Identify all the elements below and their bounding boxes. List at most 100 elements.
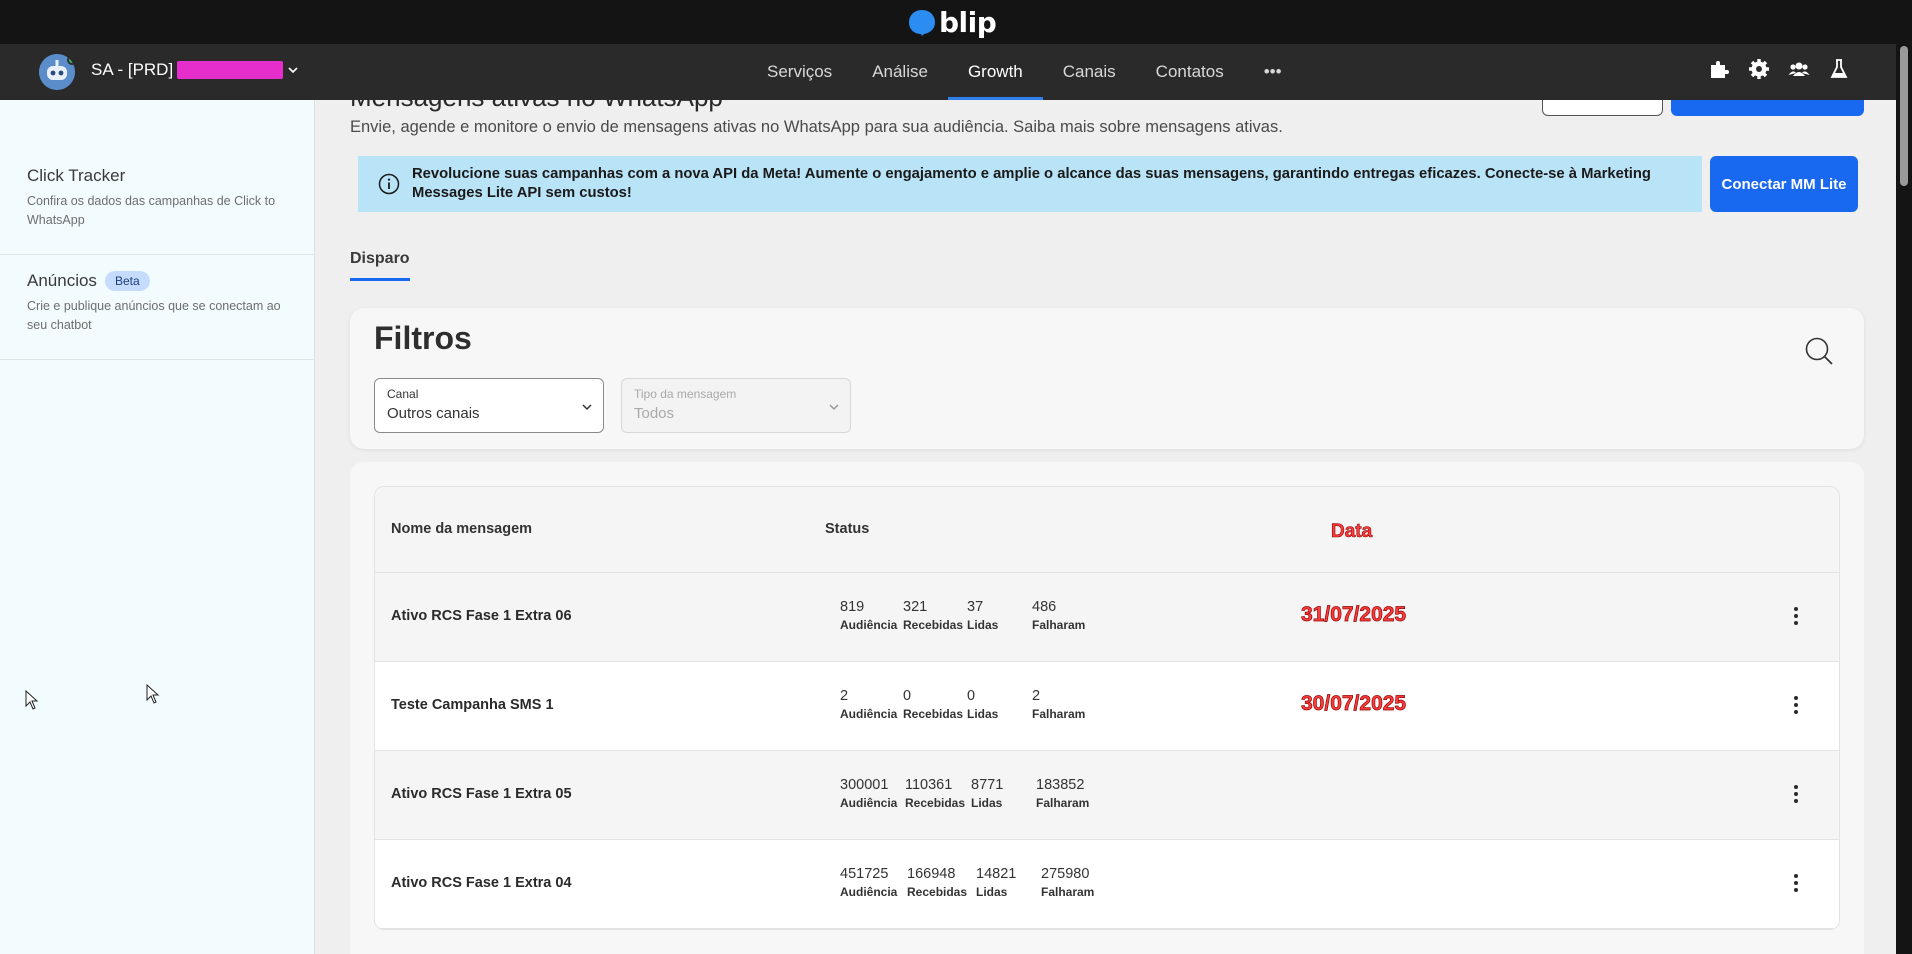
stat-value: 0 bbox=[967, 688, 976, 704]
stat-value: 0 bbox=[903, 688, 912, 704]
stat-caption: Lidas bbox=[967, 707, 999, 721]
info-icon bbox=[378, 173, 400, 195]
stat-audiencia: 819 Audiência bbox=[840, 599, 897, 632]
stat-lidas: 37 Lidas bbox=[967, 599, 998, 632]
kebab-menu-icon[interactable] bbox=[1791, 696, 1801, 718]
message-date: 31/07/2025 bbox=[1301, 603, 1407, 627]
stat-falharam: 275980 Falharam bbox=[1041, 866, 1094, 899]
stat-lidas: 14821 Lidas bbox=[976, 866, 1016, 899]
stat-caption: Audiência bbox=[840, 796, 898, 810]
sidebar-item-anuncios[interactable]: Anúncios Beta Crie e publique anúncios q… bbox=[0, 247, 315, 360]
meta-api-banner: Revolucione suas campanhas com a nova AP… bbox=[358, 156, 1702, 212]
message-date: 30/07/2025 bbox=[1301, 692, 1407, 716]
stat-value: 14821 bbox=[976, 866, 1017, 882]
nav-right-icons bbox=[1708, 58, 1850, 80]
bot-avatar[interactable] bbox=[39, 54, 75, 90]
kebab-menu-icon[interactable] bbox=[1791, 607, 1801, 629]
stat-value: 166948 bbox=[907, 866, 956, 882]
scrollbar-thumb[interactable] bbox=[1900, 46, 1908, 186]
stat-caption: Recebidas bbox=[903, 707, 964, 721]
stat-caption: Audiência bbox=[840, 885, 898, 899]
tab-disparo[interactable]: Disparo bbox=[350, 250, 410, 281]
main-content: Mensagens ativas no WhatsApp Envie, agen… bbox=[316, 100, 1896, 954]
flask-icon[interactable] bbox=[1828, 58, 1850, 80]
beta-badge: Beta bbox=[104, 271, 150, 291]
chevron-down-icon bbox=[829, 404, 839, 411]
stat-audiencia: 2 Audiência bbox=[840, 688, 897, 721]
tenant-label: SA - [PRD] bbox=[91, 60, 174, 79]
header-secondary-button[interactable] bbox=[1542, 100, 1663, 116]
page-title: Mensagens ativas no WhatsApp bbox=[350, 100, 723, 113]
stat-caption: Audiência bbox=[840, 707, 898, 721]
online-indicator bbox=[67, 55, 75, 65]
stat-caption: Falharam bbox=[1041, 885, 1095, 899]
blip-logo-icon bbox=[909, 9, 935, 36]
kebab-menu-icon[interactable] bbox=[1791, 874, 1801, 896]
nav-item-growth[interactable]: Growth bbox=[947, 44, 1043, 100]
stat-caption: Lidas bbox=[971, 796, 1003, 810]
table-row[interactable]: Ativo RCS Fase 1 Extra 06 819 Audiência 321… bbox=[375, 573, 1839, 662]
connect-mm-lite-button[interactable]: Conectar MM Lite bbox=[1710, 156, 1858, 212]
stat-caption: Recebidas bbox=[907, 885, 968, 899]
stat-value: 321 bbox=[903, 599, 928, 615]
message-name: Teste Campanha SMS 1 bbox=[391, 697, 554, 713]
sidebar-item-desc: Crie e publique anúncios que se conectam… bbox=[27, 299, 281, 332]
stat-value: 110361 bbox=[905, 777, 953, 793]
table-row[interactable]: Ativo RCS Fase 1 Extra 04 451725 Audiência… bbox=[375, 840, 1839, 929]
tenant-selector[interactable]: SA - [PRD] bbox=[91, 60, 299, 80]
sidebar-item-desc: Confira os dados das campanhas de Click … bbox=[27, 194, 276, 227]
gear-icon[interactable] bbox=[1748, 58, 1770, 80]
stat-value: 2 bbox=[840, 688, 849, 704]
top-bar: blip bbox=[0, 0, 1912, 44]
growth-sidebar: Click Tracker Confira os dados das campa… bbox=[0, 100, 315, 954]
team-icon[interactable] bbox=[1788, 58, 1810, 80]
canal-select-value: Outros canais bbox=[387, 405, 480, 422]
message-name: Ativo RCS Fase 1 Extra 06 bbox=[391, 608, 572, 624]
stat-value: 819 bbox=[840, 599, 865, 615]
canal-select[interactable]: Canal Outros canais bbox=[374, 378, 604, 433]
mouse-cursor-icon bbox=[25, 690, 39, 710]
stat-caption: Recebidas bbox=[905, 796, 966, 810]
stat-recebidas: 0 Recebidas bbox=[903, 688, 963, 721]
stat-value: 2 bbox=[1032, 688, 1041, 704]
nav-item-contatos[interactable]: Contatos bbox=[1136, 44, 1244, 100]
filters-card: Filtros Canal Outros canais Tipo da mens… bbox=[350, 308, 1864, 449]
sidebar-item-title: Click Tracker bbox=[27, 166, 126, 185]
tipo-select-label: Tipo da mensagem bbox=[634, 387, 737, 401]
nav-item-servicos[interactable]: Serviços bbox=[747, 44, 852, 100]
stat-caption: Falharam bbox=[1032, 707, 1086, 721]
blip-wordmark: blip bbox=[939, 6, 997, 39]
stat-value: 183852 bbox=[1036, 777, 1085, 793]
more-options-icon[interactable]: ••• bbox=[1244, 44, 1302, 100]
messages-table: Nome da mensagem Status Data Ativo RCS F… bbox=[374, 486, 1840, 930]
search-icon[interactable] bbox=[1804, 336, 1834, 366]
sidebar-item-title: Anúncios bbox=[27, 271, 97, 290]
stat-caption: Falharam bbox=[1036, 796, 1090, 810]
stat-audiencia: 300001 Audiência bbox=[840, 777, 897, 810]
stat-caption: Falharam bbox=[1032, 618, 1086, 632]
stat-recebidas: 110361 Recebidas bbox=[905, 777, 965, 810]
table-row[interactable]: Ativo RCS Fase 1 Extra 05 300001 Audiência… bbox=[375, 751, 1839, 840]
canal-select-label: Canal bbox=[387, 387, 419, 401]
kebab-menu-icon[interactable] bbox=[1791, 785, 1801, 807]
message-name: Ativo RCS Fase 1 Extra 05 bbox=[391, 786, 572, 802]
table-row[interactable]: Teste Campanha SMS 1 2 Audiência 0 Recebidas… bbox=[375, 662, 1839, 751]
col-header-date: Data bbox=[1331, 521, 1373, 543]
stat-lidas: 8771 Lidas bbox=[971, 777, 1003, 810]
blip-logo[interactable]: blip bbox=[908, 6, 997, 39]
messages-table-card: Nome da mensagem Status Data Ativo RCS F… bbox=[350, 462, 1864, 954]
sidebar-item-click-tracker[interactable]: Click Tracker Confira os dados das campa… bbox=[0, 142, 315, 255]
col-header-name: Nome da mensagem bbox=[391, 521, 533, 537]
stat-falharam: 183852 Falharam bbox=[1036, 777, 1089, 810]
stat-caption: Audiência bbox=[840, 618, 898, 632]
header-primary-button[interactable] bbox=[1671, 100, 1864, 116]
tipo-mensagem-select[interactable]: Tipo da mensagem Todos bbox=[621, 378, 851, 433]
stat-value: 451725 bbox=[840, 866, 889, 882]
mouse-cursor-icon bbox=[146, 684, 160, 704]
page-scrollbar[interactable] bbox=[1896, 44, 1912, 954]
nav-item-canais[interactable]: Canais bbox=[1043, 44, 1136, 100]
stat-audiencia: 451725 Audiência bbox=[840, 866, 897, 899]
puzzle-icon[interactable] bbox=[1708, 58, 1730, 80]
redacted-tenant-name bbox=[177, 61, 284, 79]
nav-item-analise[interactable]: Análise bbox=[852, 44, 948, 100]
